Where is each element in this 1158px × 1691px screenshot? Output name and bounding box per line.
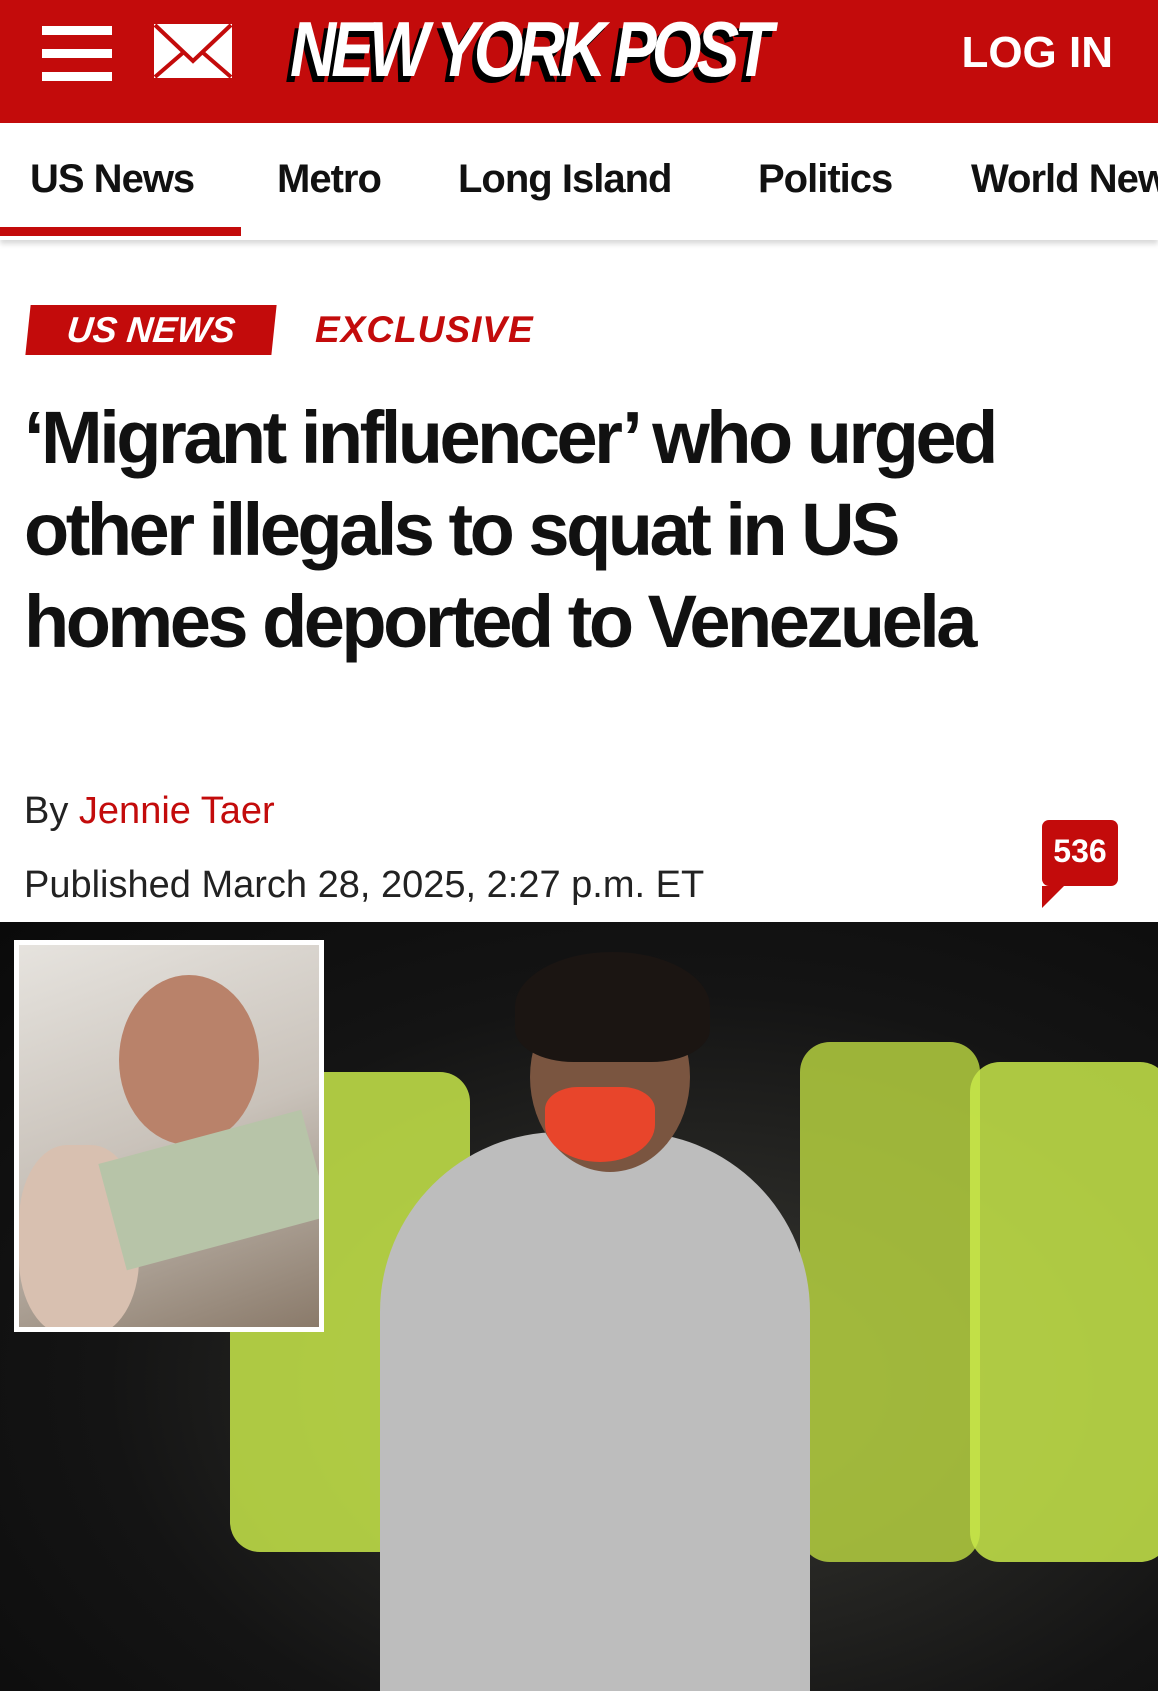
nav-politics[interactable]: Politics [758, 157, 893, 202]
hamburger-menu-icon[interactable] [42, 26, 112, 82]
nav-long-island[interactable]: Long Island [458, 157, 672, 202]
nav-world-news[interactable]: World News [971, 157, 1158, 202]
nypost-logo[interactable]: NEW YORK POST [290, 4, 774, 95]
nav-metro[interactable]: Metro [277, 157, 382, 202]
author-link[interactable]: Jennie Taer [79, 790, 275, 832]
exclusive-label: EXCLUSIVE [315, 309, 534, 350]
comment-count-button[interactable]: 536 [1042, 820, 1118, 908]
headline: ‘Migrant influencer’ who urged other ill… [24, 396, 998, 663]
inset-photo [14, 940, 324, 1332]
byline: By Jennie Taer [24, 790, 275, 833]
byline-prefix: By [24, 790, 69, 832]
top-bar: NEW YORK POST LOG IN [0, 0, 1158, 123]
published-date: Published March 28, 2025, 2:27 p.m. ET [24, 864, 705, 906]
red-mask [545, 1087, 655, 1162]
man-in-gray-sweatshirt [380, 1132, 810, 1691]
mail-icon[interactable] [153, 23, 233, 79]
login-button[interactable]: LOG IN [961, 28, 1113, 78]
section-tag[interactable]: US NEWS [25, 305, 277, 355]
section-nav: US News Metro Long Island Politics World… [0, 123, 1158, 240]
active-tab-underline [0, 227, 241, 236]
article-hero-image[interactable] [0, 922, 1158, 1691]
nav-us-news[interactable]: US News [30, 157, 195, 202]
